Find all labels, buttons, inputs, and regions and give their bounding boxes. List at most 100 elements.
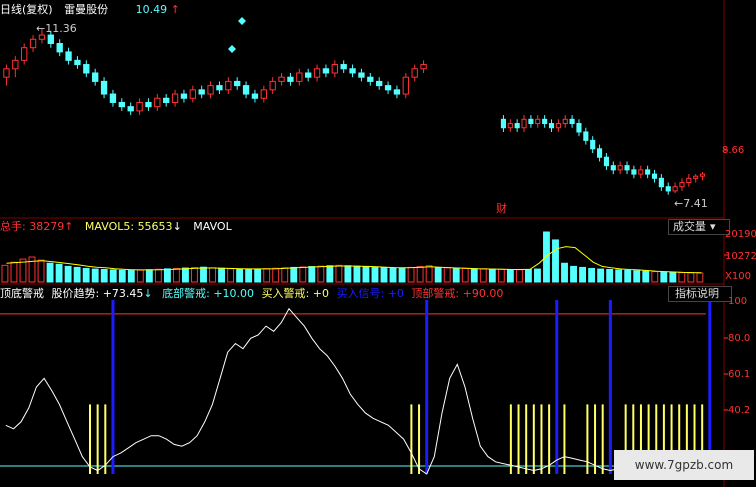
indicator-help-button[interactable]: 指标说明 bbox=[668, 286, 732, 302]
volume-bar bbox=[109, 269, 117, 283]
volume-bar bbox=[335, 264, 343, 283]
volume-bar bbox=[64, 265, 72, 283]
candle-body bbox=[287, 76, 294, 82]
top-label: 顶部警戒 bbox=[411, 287, 456, 300]
candle-body bbox=[349, 68, 356, 74]
volume-bar bbox=[299, 266, 307, 283]
volume-bar bbox=[118, 269, 126, 283]
candle-body bbox=[127, 106, 134, 112]
candle-body bbox=[542, 118, 548, 125]
candle-body bbox=[189, 89, 196, 99]
volume-bar bbox=[10, 261, 18, 283]
candle-body bbox=[569, 118, 575, 125]
buy-label: 买入警戒 bbox=[261, 287, 306, 300]
candle-body bbox=[631, 169, 637, 175]
candle-body bbox=[500, 118, 506, 129]
volume-bar bbox=[182, 267, 189, 283]
candle-body bbox=[583, 131, 589, 141]
trend-line bbox=[5, 307, 703, 475]
volume-bar bbox=[272, 267, 280, 283]
volume-bar bbox=[479, 268, 487, 283]
watermark: www.7gpzb.com bbox=[614, 450, 754, 480]
candle-body bbox=[645, 169, 651, 175]
volume-bar bbox=[1, 264, 9, 283]
candle-body bbox=[65, 51, 72, 61]
candle-body bbox=[12, 59, 19, 70]
candle-body bbox=[624, 165, 630, 171]
indicator-header: 顶底警戒 股价趋势: +73.45↓ 底部警戒: +10.00 买入警戒: +0… bbox=[0, 287, 504, 300]
finance-marker[interactable]: 财 bbox=[496, 202, 507, 216]
volume-bar bbox=[154, 268, 162, 283]
volume-bar bbox=[434, 266, 442, 283]
volume-bar bbox=[461, 267, 469, 283]
volume-bar bbox=[470, 268, 478, 283]
volume-bar bbox=[534, 268, 541, 283]
volume-bar bbox=[696, 272, 704, 283]
volume-bar bbox=[172, 267, 180, 283]
volume-bar bbox=[669, 271, 677, 283]
volume-bar bbox=[570, 265, 577, 283]
candle-body bbox=[278, 76, 285, 82]
volume-bar bbox=[488, 268, 496, 283]
candle-body bbox=[47, 34, 54, 44]
candle-body bbox=[242, 85, 250, 95]
candle-body bbox=[313, 68, 321, 78]
volume-bar bbox=[615, 269, 623, 283]
volume-bar bbox=[227, 268, 235, 283]
price-arrow: ↑ bbox=[170, 3, 180, 16]
volume-bar bbox=[588, 267, 596, 283]
candle-body bbox=[358, 72, 365, 78]
candle-body bbox=[180, 93, 188, 99]
volume-bar bbox=[317, 265, 325, 283]
volume-bar bbox=[308, 266, 316, 283]
volume-bar bbox=[263, 268, 271, 283]
volume-bar bbox=[452, 267, 460, 283]
volume-bar bbox=[398, 267, 406, 283]
candle-body bbox=[603, 156, 609, 167]
candle-body bbox=[679, 182, 685, 188]
ind-axis-40: 40.2 bbox=[728, 405, 751, 416]
volume-bar bbox=[37, 259, 45, 283]
volume-bar bbox=[344, 265, 352, 283]
candle-body bbox=[3, 68, 10, 78]
candle-body bbox=[251, 93, 259, 99]
candle-body bbox=[92, 72, 99, 82]
candle-body bbox=[658, 177, 664, 188]
volume-bar bbox=[209, 267, 216, 283]
candle-body bbox=[562, 118, 568, 125]
volume-bar bbox=[163, 268, 171, 283]
candle-body bbox=[521, 118, 527, 129]
bottom-value: +10.00 bbox=[213, 287, 255, 300]
volume-bar bbox=[633, 270, 641, 283]
volume-bar bbox=[326, 265, 334, 283]
candle-body bbox=[109, 93, 117, 103]
total-arrow: ↑ bbox=[64, 220, 74, 233]
candle-body bbox=[269, 80, 276, 91]
indicator-name[interactable]: 顶底警戒 bbox=[0, 287, 44, 300]
volume-axis-unit: X100 bbox=[725, 271, 751, 282]
candle-body bbox=[296, 72, 303, 82]
volume-bar bbox=[443, 267, 451, 283]
volume-bar bbox=[678, 272, 686, 283]
last-price: 10.49 bbox=[135, 3, 168, 16]
volume-bar bbox=[660, 271, 668, 283]
candle-body bbox=[234, 80, 241, 87]
buy-value: +0 bbox=[312, 287, 329, 300]
volume-bar bbox=[245, 269, 253, 283]
volume-bar bbox=[416, 266, 424, 283]
ind-axis-60: 60.1 bbox=[728, 369, 751, 380]
mavol5-value: 55653 bbox=[137, 220, 173, 233]
signal-label: 买入信号 bbox=[336, 287, 381, 300]
candle-body bbox=[514, 123, 520, 129]
candle-body bbox=[198, 89, 205, 95]
period-label[interactable]: 日线(复权) bbox=[0, 3, 53, 16]
volume-bar bbox=[136, 269, 144, 283]
volume-bar bbox=[73, 266, 81, 283]
candle-body bbox=[100, 80, 108, 95]
volume-bar bbox=[100, 269, 108, 283]
candle-body bbox=[331, 64, 338, 74]
volume-axis-top: 20190 bbox=[725, 229, 756, 240]
candle-body bbox=[402, 76, 409, 95]
volume-button[interactable]: 成交量 ▾ bbox=[668, 219, 730, 235]
candle-body bbox=[118, 101, 125, 108]
